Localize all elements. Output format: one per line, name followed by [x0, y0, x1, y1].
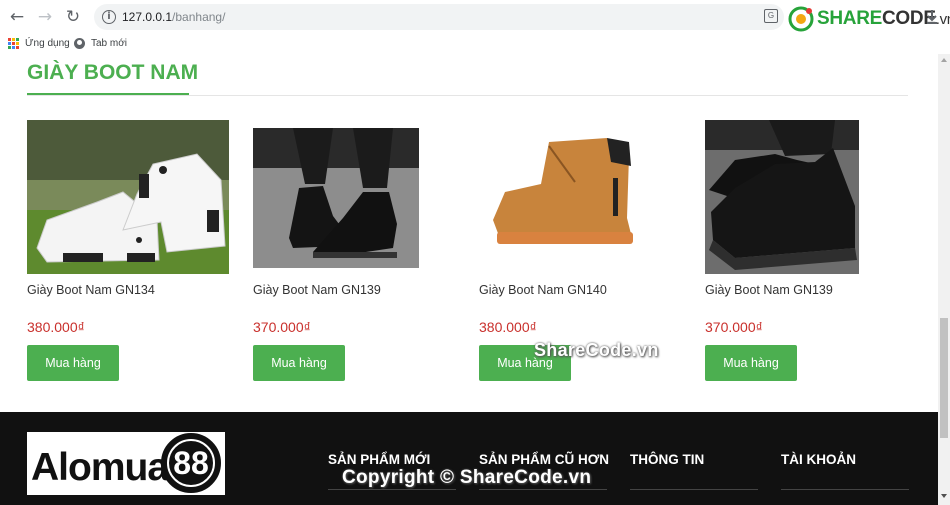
bookmark-label: Tab mới — [91, 38, 128, 49]
logo-88-number: 88 — [167, 439, 215, 487]
product-image[interactable] — [479, 122, 653, 252]
download-icon[interactable] — [925, 9, 939, 25]
footer-divider — [781, 489, 909, 490]
vertical-scrollbar[interactable] — [938, 54, 950, 505]
footer-divider — [630, 489, 758, 490]
forward-arrow-icon[interactable]: → — [34, 6, 56, 28]
footer-heading-account: TÀI KHOẢN — [781, 452, 856, 467]
product-image[interactable] — [705, 120, 859, 274]
product-price: 370.000₫ — [253, 319, 311, 335]
footer-heading-new-products: SẢN PHẨM MỚI — [328, 452, 431, 467]
product-price: 380.000₫ — [479, 319, 537, 335]
watermark-brand-green: SHARE — [817, 8, 883, 29]
footer-divider — [479, 489, 607, 490]
apps-icon — [8, 38, 19, 49]
reload-icon[interactable]: ↻ — [62, 6, 84, 28]
product-price: 370.000₫ — [705, 319, 763, 335]
globe-icon — [74, 38, 85, 49]
info-icon[interactable]: i — [102, 10, 116, 24]
bookmarks-bar: Ứng dụng Tab mới — [0, 34, 950, 54]
browser-toolbar: ← → ↻ i 127.0.0.1/banhang/ G SHARECODE.v… — [0, 0, 950, 34]
scroll-up-arrow-icon[interactable] — [941, 58, 947, 62]
url-host: 127.0.0.1 — [122, 10, 173, 24]
sharecode-circle-icon — [788, 6, 814, 32]
product-name[interactable]: Giày Boot Nam GN140 — [479, 283, 607, 297]
logo-word: Alomua — [31, 446, 169, 489]
scroll-thumb[interactable] — [940, 318, 948, 438]
bookmark-new-tab[interactable]: Tab mới — [74, 38, 127, 49]
product-price: 380.000₫ — [27, 319, 85, 335]
watermark-text: ShareCode.vn — [534, 340, 659, 360]
section-title: GIÀY BOOT NAM — [27, 61, 199, 84]
scroll-down-arrow-icon[interactable] — [941, 494, 947, 498]
copyright-watermark: Copyright © ShareCode.vn — [342, 467, 592, 488]
buy-button[interactable]: Mua hàng — [253, 345, 345, 381]
footer-divider — [328, 489, 456, 490]
buy-button[interactable]: Mua hàng — [27, 345, 119, 381]
footer-heading-older-products: SẢN PHẨM CŨ HƠN — [479, 452, 610, 467]
footer-heading-info: THÔNG TIN — [630, 452, 705, 467]
product-name[interactable]: Giày Boot Nam GN139 — [705, 283, 833, 297]
url-path: /banhang/ — [172, 10, 226, 24]
buy-button[interactable]: Mua hàng — [705, 345, 797, 381]
bookmark-label: Ứng dụng — [25, 38, 70, 49]
footer-logo[interactable]: Alomua 88 — [27, 432, 225, 495]
address-url[interactable]: 127.0.0.1/banhang/ — [122, 10, 225, 24]
product-name[interactable]: Giày Boot Nam GN139 — [253, 283, 381, 297]
product-image[interactable] — [253, 128, 419, 268]
product-image[interactable] — [27, 120, 229, 274]
page-content: GIÀY BOOT NAM Giày Boot Nam GN134 380.00… — [0, 54, 938, 505]
back-arrow-icon[interactable]: ← — [6, 6, 28, 28]
address-bar[interactable]: i 127.0.0.1/banhang/ — [94, 4, 784, 30]
site-footer: Alomua 88 SẢN PHẨM MỚI SẢN PHẨM CŨ HƠN T… — [0, 412, 938, 505]
bookmark-apps[interactable]: Ứng dụng — [8, 38, 70, 49]
translate-icon[interactable]: G — [764, 9, 778, 23]
title-divider — [27, 95, 908, 96]
product-name[interactable]: Giày Boot Nam GN134 — [27, 283, 155, 297]
logo-88-badge: 88 — [161, 433, 221, 493]
